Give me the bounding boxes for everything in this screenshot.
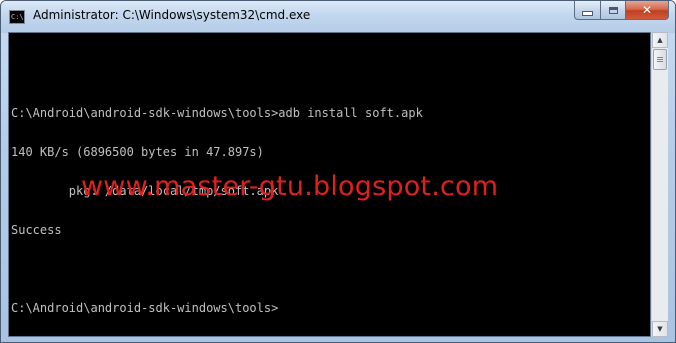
console-line-success: Success (11, 223, 62, 237)
title-bar[interactable]: C:\ Administrator: C:\Windows\system32\c… (1, 1, 675, 33)
console-line-prompt: C:\Android\android-sdk-windows\tools> (11, 301, 279, 315)
scroll-thumb[interactable] (653, 49, 667, 70)
close-button[interactable]: ✕ (626, 1, 669, 20)
vertical-scrollbar[interactable]: ▲ ▼ (651, 32, 668, 337)
console-line-command: C:\Android\android-sdk-windows\tools>adb… (11, 106, 423, 120)
grip-line (657, 59, 663, 60)
minimize-button[interactable] (574, 1, 600, 20)
minimize-icon (582, 10, 593, 16)
console-line-transfer: 140 KB/s (6896500 bytes in 47.897s) (11, 145, 264, 159)
grip-line (657, 57, 663, 58)
scroll-down-button[interactable]: ▼ (652, 321, 668, 337)
maximize-icon (608, 6, 618, 14)
arrow-down-icon: ▼ (657, 325, 663, 333)
scroll-up-button[interactable]: ▲ (652, 32, 668, 48)
arrow-up-icon: ▲ (657, 36, 663, 44)
window-title: Administrator: C:\Windows\system32\cmd.e… (33, 8, 311, 22)
console-output[interactable]: C:\Android\android-sdk-windows\tools>adb… (8, 32, 651, 337)
maximize-button[interactable] (600, 1, 626, 20)
watermark-text: www.master-gtu.blogspot.com (81, 171, 499, 202)
close-icon: ✕ (641, 3, 653, 17)
cmd-window: C:\ Administrator: C:\Windows\system32\c… (0, 0, 676, 343)
window-controls: ✕ (574, 1, 669, 21)
grip-line (657, 61, 663, 62)
cmd-app-icon[interactable]: C:\ (9, 10, 25, 24)
